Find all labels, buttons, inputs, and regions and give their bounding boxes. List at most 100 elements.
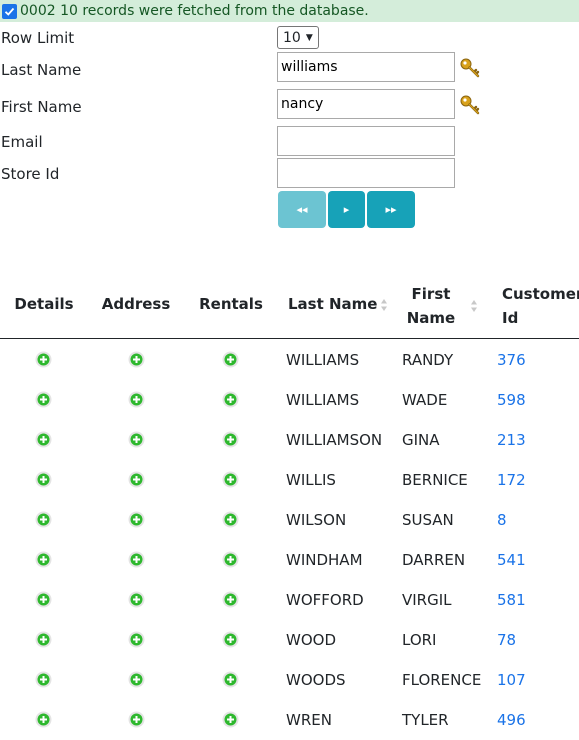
customer-id-link[interactable]: 107 xyxy=(497,660,526,700)
address-expand-icon[interactable] xyxy=(128,431,145,448)
status-text: 0002 10 records were fetched from the da… xyxy=(20,3,369,19)
last-name-input[interactable] xyxy=(277,52,455,82)
first-name-cell: WADE xyxy=(402,391,448,409)
row-limit-value: 10 xyxy=(283,29,301,46)
details-expand-icon[interactable] xyxy=(35,351,52,368)
address-expand-icon[interactable] xyxy=(128,391,145,408)
customer-id-link[interactable]: 541 xyxy=(497,540,526,580)
column-header-first-name-label: First Name xyxy=(406,285,456,327)
key-icon[interactable] xyxy=(459,57,481,79)
table-row: WOOD LORI 78 xyxy=(0,620,579,660)
details-expand-icon[interactable] xyxy=(35,391,52,408)
customer-id-link[interactable]: 376 xyxy=(497,340,526,380)
store-id-label: Store Id xyxy=(1,165,60,183)
address-expand-icon[interactable] xyxy=(128,631,145,648)
rentals-expand-icon[interactable] xyxy=(222,591,239,608)
first-name-cell: LORI xyxy=(402,631,437,649)
customer-id-link[interactable]: 496 xyxy=(497,700,526,740)
first-name-input[interactable] xyxy=(277,89,455,119)
last-name-cell: WREN xyxy=(286,711,332,729)
address-expand-icon[interactable] xyxy=(128,591,145,608)
rentals-expand-icon[interactable] xyxy=(222,431,239,448)
first-name-cell: TYLER xyxy=(402,711,449,729)
details-expand-icon[interactable] xyxy=(35,631,52,648)
column-header-last-name[interactable]: Last Name xyxy=(288,292,392,316)
details-expand-icon[interactable] xyxy=(35,591,52,608)
customer-id-link[interactable]: 78 xyxy=(497,620,516,660)
email-label: Email xyxy=(1,133,43,151)
status-message-bar: 0002 10 records were fetched from the da… xyxy=(0,0,579,22)
row-limit-select[interactable]: 10 ▼ xyxy=(277,26,319,49)
rentals-expand-icon[interactable] xyxy=(222,391,239,408)
column-header-address: Address xyxy=(101,295,171,313)
last-name-cell: WILSON xyxy=(286,511,347,529)
table-row: WOODS FLORENCE 107 xyxy=(0,660,579,700)
table-row: WILLIAMS WADE 598 xyxy=(0,380,579,420)
first-page-button[interactable]: ◂◂ xyxy=(278,191,326,228)
rentals-expand-icon[interactable] xyxy=(222,471,239,488)
next-page-icon: ▸ xyxy=(343,203,350,216)
rentals-expand-icon[interactable] xyxy=(222,631,239,648)
row-limit-label: Row Limit xyxy=(1,29,75,47)
last-name-label: Last Name xyxy=(1,61,82,79)
first-name-cell: RANDY xyxy=(402,351,454,369)
sort-icon xyxy=(471,300,477,312)
table-row: WILLIAMSON GINA 213 xyxy=(0,420,579,460)
customer-id-link[interactable]: 8 xyxy=(497,500,507,540)
address-expand-icon[interactable] xyxy=(128,671,145,688)
first-name-label: First Name xyxy=(1,98,82,116)
table-row: WOFFORD VIRGIL 581 xyxy=(0,580,579,620)
store-id-input[interactable] xyxy=(277,158,455,188)
sort-icon xyxy=(381,298,388,311)
first-page-icon: ◂◂ xyxy=(296,203,308,216)
address-expand-icon[interactable] xyxy=(128,551,145,568)
last-name-cell: WOFFORD xyxy=(286,591,364,609)
customer-id-link[interactable]: 598 xyxy=(497,380,526,420)
details-expand-icon[interactable] xyxy=(35,471,52,488)
rentals-expand-icon[interactable] xyxy=(222,351,239,368)
first-name-cell: BERNICE xyxy=(402,471,468,489)
table-row: WINDHAM DARREN 541 xyxy=(0,540,579,580)
header-divider xyxy=(0,338,579,339)
last-name-cell: WILLIAMS xyxy=(286,351,360,369)
last-name-cell: WILLIS xyxy=(286,471,336,489)
rentals-expand-icon[interactable] xyxy=(222,551,239,568)
first-name-cell: SUSAN xyxy=(402,511,454,529)
customer-id-link[interactable]: 213 xyxy=(497,420,526,460)
column-header-details: Details xyxy=(14,295,74,313)
last-page-button[interactable]: ▸▸ xyxy=(367,191,415,228)
last-name-cell: WINDHAM xyxy=(286,551,363,569)
checkmark-icon xyxy=(2,3,17,19)
dropdown-arrow-icon: ▼ xyxy=(305,32,313,43)
rentals-expand-icon[interactable] xyxy=(222,511,239,528)
details-expand-icon[interactable] xyxy=(35,511,52,528)
column-header-last-name-label: Last Name xyxy=(288,295,378,313)
rentals-expand-icon[interactable] xyxy=(222,671,239,688)
address-expand-icon[interactable] xyxy=(128,351,145,368)
key-icon[interactable] xyxy=(459,94,481,116)
details-expand-icon[interactable] xyxy=(35,711,52,728)
last-name-cell: WILLIAMS xyxy=(286,391,360,409)
first-name-cell: GINA xyxy=(402,431,440,449)
customer-id-link[interactable]: 581 xyxy=(497,580,526,620)
details-expand-icon[interactable] xyxy=(35,551,52,568)
column-header-customer-id[interactable]: Customer Id xyxy=(502,282,579,330)
last-name-cell: WOODS xyxy=(286,671,346,689)
last-name-cell: WILLIAMSON xyxy=(286,431,383,449)
customer-id-link[interactable]: 172 xyxy=(497,460,526,500)
rentals-expand-icon[interactable] xyxy=(222,711,239,728)
address-expand-icon[interactable] xyxy=(128,471,145,488)
first-name-cell: VIRGIL xyxy=(402,591,452,609)
column-header-first-name[interactable]: First Name xyxy=(404,282,482,330)
last-page-icon: ▸▸ xyxy=(385,203,397,216)
address-expand-icon[interactable] xyxy=(128,711,145,728)
next-page-button[interactable]: ▸ xyxy=(328,191,365,228)
table-row: WILLIS BERNICE 172 xyxy=(0,460,579,500)
first-name-cell: FLORENCE xyxy=(402,671,482,689)
details-expand-icon[interactable] xyxy=(35,671,52,688)
first-name-cell: DARREN xyxy=(402,551,466,569)
last-name-cell: WOOD xyxy=(286,631,336,649)
address-expand-icon[interactable] xyxy=(128,511,145,528)
email-input[interactable] xyxy=(277,126,455,156)
details-expand-icon[interactable] xyxy=(35,431,52,448)
